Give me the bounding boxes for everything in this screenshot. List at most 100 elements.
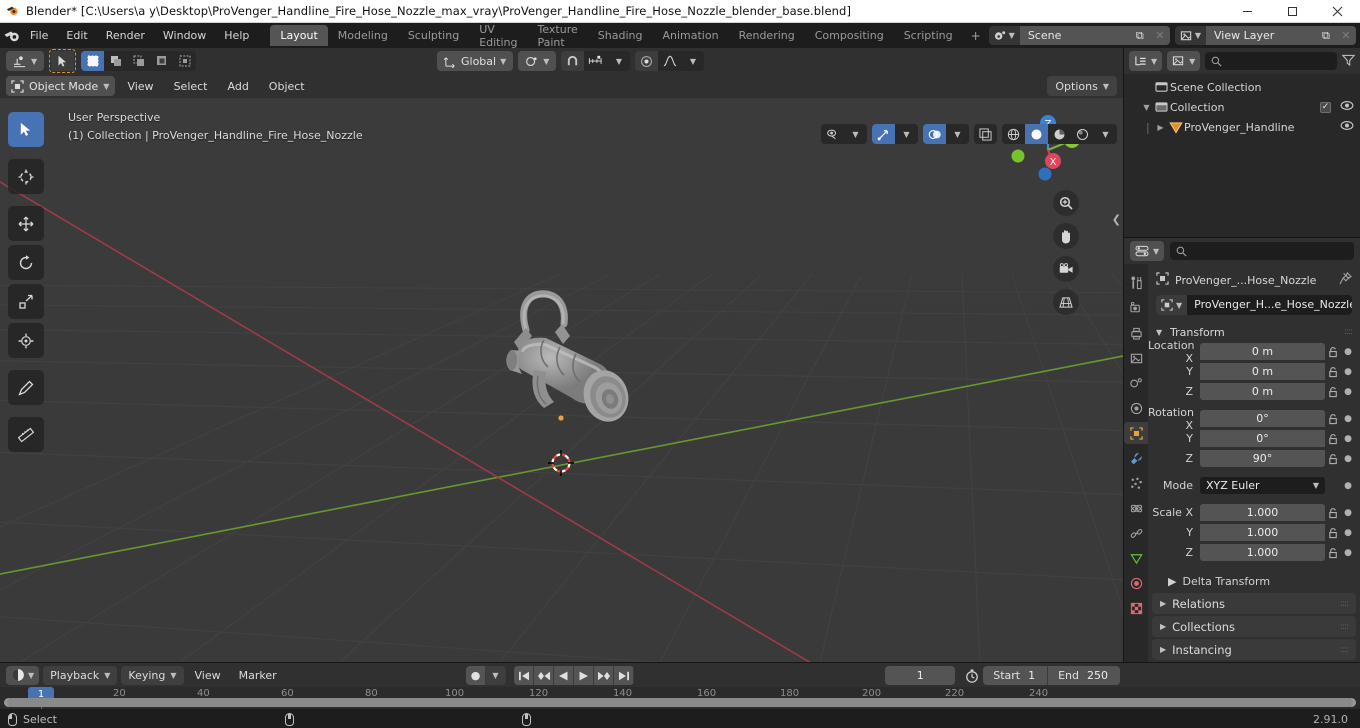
animate-dot-icon[interactable]: ● bbox=[1341, 367, 1355, 377]
scene-datablock[interactable]: ▼ Scene ⧉ ✕ bbox=[988, 26, 1170, 45]
lock-icon[interactable] bbox=[1325, 346, 1341, 358]
animate-dot-icon[interactable]: ● bbox=[1341, 481, 1355, 491]
lock-icon[interactable] bbox=[1325, 453, 1341, 465]
workspace-tab-layout[interactable]: Layout bbox=[270, 25, 328, 46]
properties-search-input[interactable] bbox=[1170, 242, 1354, 260]
transform-tool[interactable] bbox=[8, 323, 44, 358]
physics-tab[interactable] bbox=[1124, 497, 1148, 519]
collection-checkbox[interactable]: ✓ bbox=[1320, 101, 1331, 113]
lock-icon[interactable] bbox=[1325, 366, 1341, 378]
delta-transform-subpanel-header[interactable]: ▶ Delta Transform bbox=[1148, 571, 1360, 591]
object-mode-dropdown[interactable]: Object Mode ▼ bbox=[6, 76, 116, 96]
disclosure-icon[interactable]: ▶ bbox=[1154, 123, 1167, 132]
pin-icon[interactable] bbox=[1339, 271, 1353, 288]
hand-icon[interactable] bbox=[1053, 223, 1079, 249]
menu-edit[interactable]: Edit bbox=[57, 26, 96, 45]
outliner-row-object[interactable]: | ▶ ProVenger_Handline bbox=[1124, 117, 1360, 137]
rendered-shading-icon[interactable] bbox=[1071, 124, 1094, 144]
menu-render[interactable]: Render bbox=[97, 26, 154, 45]
blender-menu-icon[interactable] bbox=[4, 29, 21, 43]
snap-options-chevron-icon[interactable]: ▼ bbox=[607, 51, 631, 71]
scale-tool[interactable] bbox=[8, 284, 44, 319]
lock-icon[interactable] bbox=[1325, 433, 1341, 445]
playback-dropdown[interactable]: Playback ▼ bbox=[43, 665, 118, 685]
next-keyframe-button[interactable] bbox=[594, 666, 614, 685]
animate-dot-icon[interactable]: ● bbox=[1341, 347, 1355, 357]
start-frame-value[interactable]: 1 bbox=[1026, 669, 1047, 682]
properties-editor-type-selector[interactable]: ▼ bbox=[1130, 241, 1165, 261]
view-layer-name[interactable]: View Layer bbox=[1205, 26, 1316, 45]
scene-icon[interactable]: ▼ bbox=[988, 26, 1020, 45]
view-layer-icon[interactable]: ▼ bbox=[1174, 26, 1206, 45]
snap-target-icon[interactable] bbox=[584, 51, 608, 71]
viewport-menu-view[interactable]: View bbox=[119, 77, 161, 96]
lock-icon[interactable] bbox=[1325, 386, 1341, 398]
animate-dot-icon[interactable]: ● bbox=[1341, 548, 1355, 558]
visibility-chevron-icon[interactable]: ▼ bbox=[844, 124, 867, 144]
measure-tool[interactable] bbox=[8, 417, 44, 452]
remove-view-layer-button[interactable]: ✕ bbox=[1335, 26, 1356, 45]
gizmo-icon[interactable] bbox=[872, 124, 895, 144]
viewport-options-button[interactable]: Options ▼ bbox=[1047, 76, 1117, 96]
menu-help[interactable]: Help bbox=[215, 26, 258, 45]
cursor-tool[interactable] bbox=[8, 159, 44, 194]
outliner-search-input[interactable] bbox=[1205, 52, 1337, 70]
xray-toggle-icon[interactable] bbox=[974, 124, 997, 144]
scale-z-field[interactable]: 1.000 bbox=[1200, 544, 1325, 561]
lock-icon[interactable] bbox=[1325, 413, 1341, 425]
menu-window[interactable]: Window bbox=[154, 26, 215, 45]
proportional-editing-icon[interactable] bbox=[635, 51, 659, 71]
falloff-curve-icon[interactable] bbox=[658, 51, 682, 71]
timeline-editor-type-selector[interactable]: ▼ bbox=[6, 665, 40, 685]
viewport-menu-select[interactable]: Select bbox=[166, 77, 216, 96]
timeline-menu-marker[interactable]: Marker bbox=[232, 667, 284, 684]
eye-icon[interactable] bbox=[1340, 100, 1354, 114]
lock-icon[interactable] bbox=[1325, 527, 1341, 539]
disclosure-icon[interactable]: ▼ bbox=[1140, 103, 1153, 112]
jump-to-end-button[interactable] bbox=[614, 666, 634, 685]
transform-orientation-dropdown[interactable]: Global ▼ bbox=[437, 51, 514, 71]
location-x-field[interactable]: 0 m bbox=[1200, 343, 1325, 360]
animate-dot-icon[interactable]: ● bbox=[1341, 414, 1355, 424]
scene-tab[interactable] bbox=[1124, 372, 1148, 394]
render-tab[interactable] bbox=[1124, 297, 1148, 319]
outliner-editor-type-selector[interactable]: ▼ bbox=[1129, 51, 1163, 71]
unlink-scene-button[interactable]: ✕ bbox=[1149, 26, 1170, 45]
viewport-menu-add[interactable]: Add bbox=[220, 77, 257, 96]
animate-dot-icon[interactable]: ● bbox=[1341, 454, 1355, 464]
view-layer-tab[interactable] bbox=[1124, 347, 1148, 369]
rotate-tool[interactable] bbox=[8, 245, 44, 280]
gizmo-chevron-icon[interactable]: ▼ bbox=[895, 124, 918, 144]
select-subtract-button[interactable] bbox=[127, 51, 151, 71]
view-layer-datablock[interactable]: ▼ View Layer ⧉ ✕ bbox=[1174, 26, 1356, 45]
grid-icon[interactable] bbox=[1053, 289, 1079, 315]
material-preview-shading-icon[interactable] bbox=[1048, 124, 1071, 144]
editor-type-selector[interactable]: ▼ bbox=[6, 51, 45, 71]
texture-tab[interactable] bbox=[1124, 597, 1148, 619]
object-visibility-icon[interactable] bbox=[821, 124, 844, 144]
new-view-layer-button[interactable]: ⧉ bbox=[1315, 26, 1336, 45]
new-scene-button[interactable]: ⧉ bbox=[1129, 26, 1150, 45]
timeline-menu-view[interactable]: View bbox=[188, 667, 228, 684]
workspace-tab-scripting[interactable]: Scripting bbox=[894, 25, 963, 46]
data-tab[interactable] bbox=[1124, 547, 1148, 569]
timeline-horizontal-scrollbar[interactable] bbox=[7, 698, 1353, 707]
lock-icon[interactable] bbox=[1325, 547, 1341, 559]
select-invert-button[interactable] bbox=[150, 51, 174, 71]
tweak-tool-button[interactable] bbox=[51, 51, 75, 71]
animate-dot-icon[interactable]: ● bbox=[1341, 508, 1355, 518]
menu-file[interactable]: File bbox=[21, 26, 57, 45]
auto-keying-options-chevron[interactable]: ▼ bbox=[486, 666, 506, 685]
end-frame-value[interactable]: 250 bbox=[1085, 669, 1120, 682]
collections-panel-header[interactable]: ▶ Collections :::: bbox=[1152, 616, 1356, 637]
location-z-field[interactable]: 0 m bbox=[1200, 383, 1325, 400]
outliner-display-mode-dropdown[interactable]: ▼ bbox=[1167, 51, 1201, 71]
particles-tab[interactable] bbox=[1124, 472, 1148, 494]
object-name-value[interactable]: ProVenger_H...e_Hose_Nozzle bbox=[1187, 295, 1352, 315]
viewport-menu-object[interactable]: Object bbox=[261, 77, 313, 96]
pivot-point-dropdown[interactable]: ▼ bbox=[518, 51, 557, 71]
move-tool[interactable] bbox=[8, 206, 44, 241]
tweak-select-tool[interactable] bbox=[8, 112, 44, 147]
current-frame-field[interactable]: 1 bbox=[885, 666, 956, 685]
tool-tab[interactable] bbox=[1124, 272, 1148, 294]
